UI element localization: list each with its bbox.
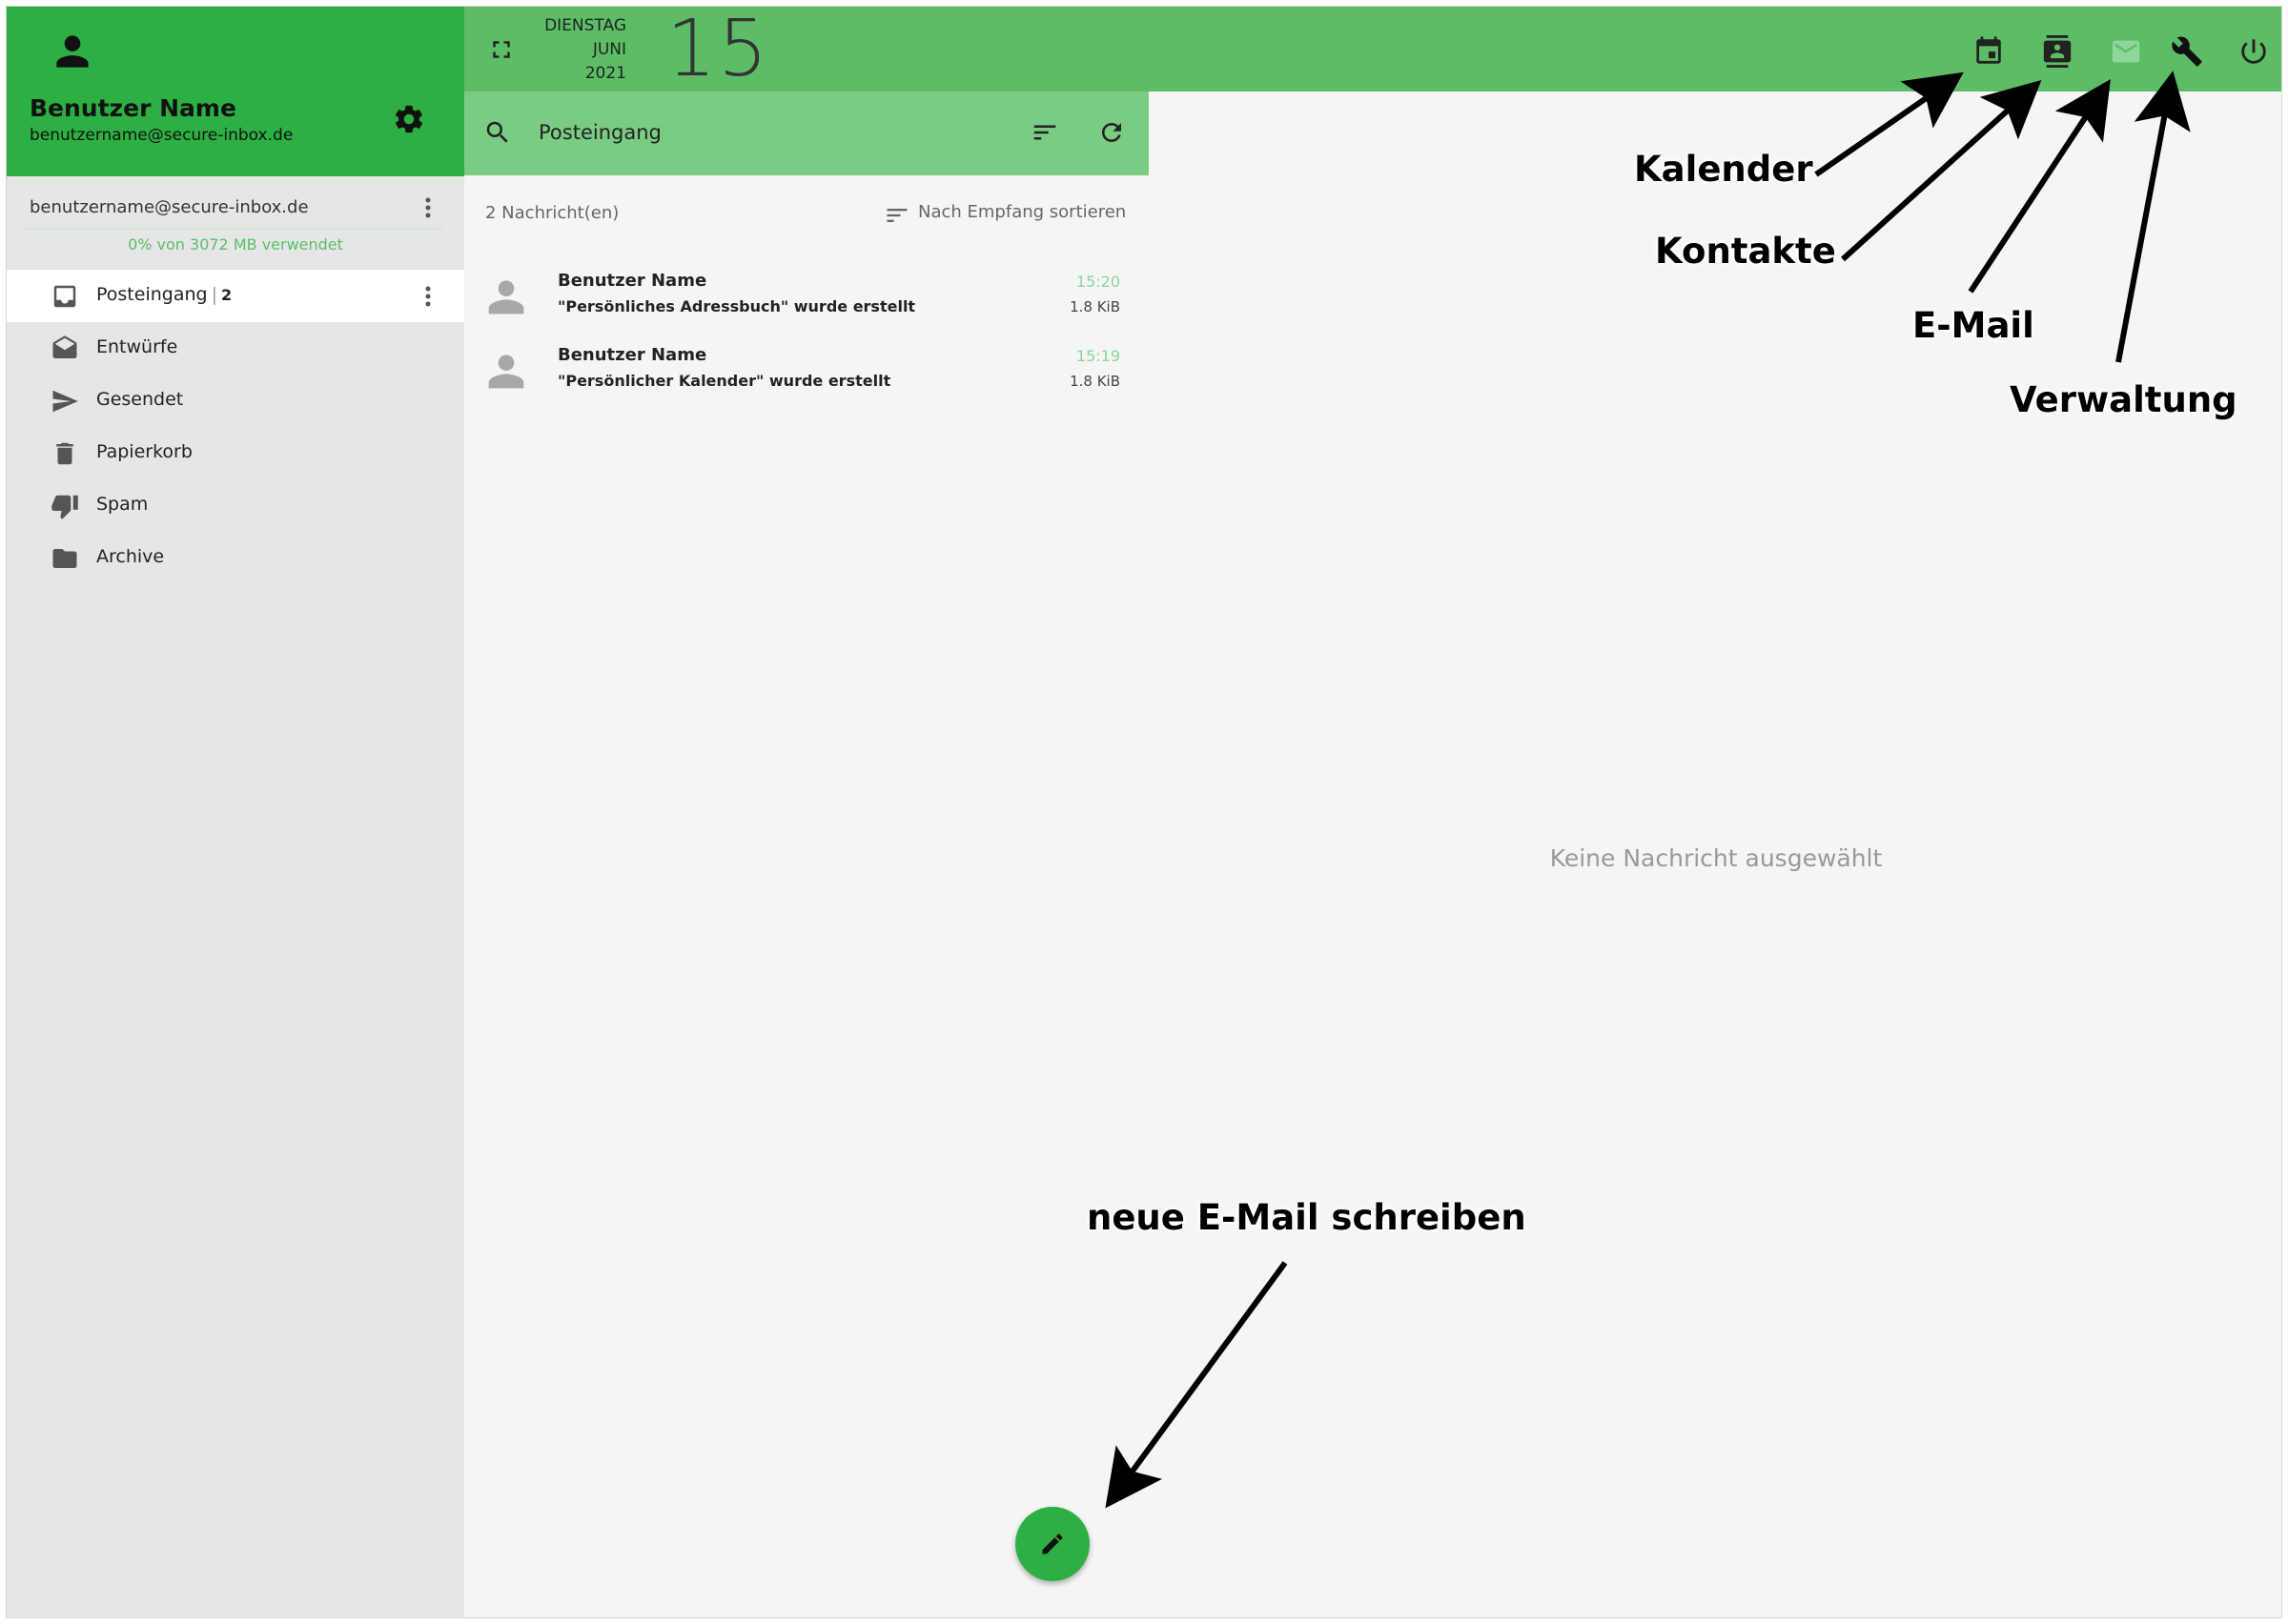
annotation-compose: neue E-Mail schreiben <box>1087 1197 1526 1238</box>
folder-trash[interactable]: Papierkorb <box>7 427 464 479</box>
date-year: 2021 <box>584 64 626 83</box>
folder-label: Posteingang <box>96 284 208 305</box>
message-size: 1.8 KiB <box>1070 373 1120 390</box>
message-size: 1.8 KiB <box>1070 298 1120 315</box>
pencil-icon <box>1042 1533 1063 1554</box>
folder-label: Archive <box>96 546 165 567</box>
folder-inbox[interactable]: Posteingang | 2 <box>7 270 464 322</box>
fullscreen-icon[interactable] <box>487 35 516 64</box>
compose-button[interactable] <box>1015 1507 1090 1581</box>
sidebar: Benutzer Name benutzername@secure-inbox.… <box>7 7 464 1617</box>
folder-drafts[interactable]: Entwürfe <box>7 322 464 375</box>
more-vert-icon[interactable] <box>417 282 439 311</box>
person-icon <box>487 349 525 393</box>
send-icon <box>51 387 81 416</box>
wrench-icon[interactable] <box>2171 35 2205 70</box>
annotation-calendar: Kalender <box>1634 149 1813 190</box>
user-name: Benutzer Name <box>30 94 236 122</box>
folder-label: Spam <box>96 494 149 515</box>
thumb-down-icon <box>51 492 81 520</box>
inbox-icon <box>51 282 81 311</box>
message-row[interactable]: Benutzer Name "Persönliches Adressbuch" … <box>464 261 1149 334</box>
message-count: 2 Nachricht(en) <box>485 203 620 223</box>
date-day: 15 <box>666 6 770 94</box>
reading-pane: Keine Nachricht ausgewählt <box>1149 91 2281 1617</box>
message-sender: Benutzer Name <box>558 271 707 291</box>
user-header: Benutzer Name benutzername@secure-inbox.… <box>7 7 464 176</box>
account-email: benutzername@secure-inbox.de <box>30 197 309 217</box>
drafts-icon <box>51 335 81 363</box>
search-bar[interactable]: Posteingang <box>464 91 1149 175</box>
date-block: DIENSTAG JUNI 2021 <box>521 14 626 86</box>
person-icon <box>487 274 525 318</box>
folder-label: Entwürfe <box>96 336 178 357</box>
annotation-email: E-Mail <box>1912 305 2034 346</box>
message-subject: "Persönlicher Kalender" wurde erstellt <box>558 372 891 390</box>
top-bar: DIENSTAG JUNI 2021 15 <box>464 6 2281 94</box>
search-icon[interactable] <box>483 118 514 149</box>
message-sender: Benutzer Name <box>558 345 707 365</box>
message-row[interactable]: Benutzer Name "Persönlicher Kalender" wu… <box>464 335 1149 408</box>
annotation-admin: Verwaltung <box>2010 379 2237 420</box>
contacts-icon[interactable] <box>2041 35 2075 70</box>
refresh-icon[interactable] <box>1097 118 1128 149</box>
message-time: 15:20 <box>1075 273 1120 291</box>
settings-gear-icon[interactable] <box>392 102 426 136</box>
message-time: 15:19 <box>1075 347 1120 365</box>
user-email: benutzername@secure-inbox.de <box>30 126 294 145</box>
power-icon[interactable] <box>2237 35 2272 70</box>
user-avatar-icon[interactable] <box>49 28 96 75</box>
unread-count: 2 <box>220 286 233 304</box>
folder-sent[interactable]: Gesendet <box>7 375 464 427</box>
message-list-pane: Posteingang 2 Nachricht(en) Nach Empfang… <box>464 91 1149 1617</box>
email-icon[interactable] <box>2110 35 2144 70</box>
quota-bar <box>26 228 443 230</box>
search-input[interactable]: Posteingang <box>539 121 662 144</box>
calendar-icon[interactable] <box>1972 35 2007 70</box>
folder-label: Papierkorb <box>96 441 193 462</box>
date-month: JUNI <box>592 40 626 59</box>
quota-text: 0% von 3072 MB verwendet <box>128 235 343 254</box>
date-weekday: DIENSTAG <box>544 16 626 35</box>
trash-icon <box>51 439 81 468</box>
sort-label: Nach Empfang sortieren <box>918 202 1127 222</box>
annotation-contacts: Kontakte <box>1655 231 1836 272</box>
mail-app: Benutzer Name benutzername@secure-inbox.… <box>6 6 2282 1618</box>
sort-icon[interactable] <box>1031 118 1061 149</box>
folder-list: Posteingang | 2 Entwürfe Gesendet Papier… <box>7 270 464 584</box>
sort-by-received-button[interactable]: Nach Empfang sortieren <box>884 200 1135 229</box>
folder-label: Gesendet <box>96 389 184 410</box>
sort-icon <box>887 209 908 222</box>
folder-archive[interactable]: Archive <box>7 532 464 584</box>
no-message-selected: Keine Nachricht ausgewählt <box>1549 844 1883 872</box>
folder-spam[interactable]: Spam <box>7 479 464 532</box>
more-vert-icon[interactable] <box>417 193 439 222</box>
folder-icon <box>51 544 81 573</box>
message-subject: "Persönliches Adressbuch" wurde erstellt <box>558 297 916 315</box>
